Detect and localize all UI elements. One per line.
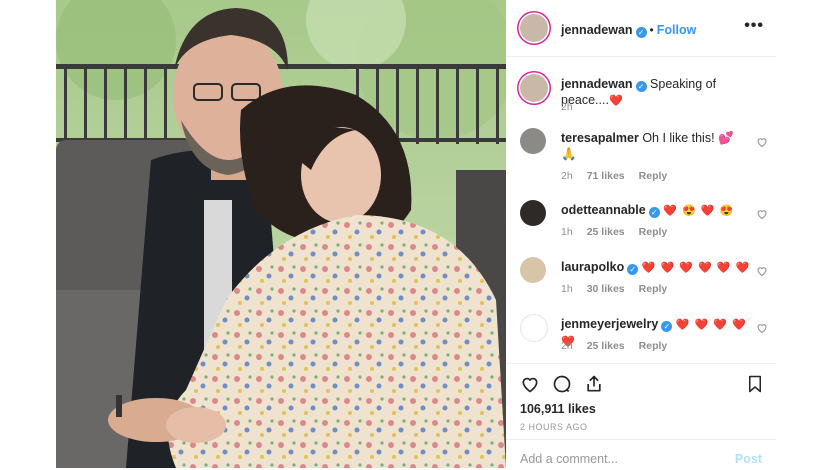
comment-time: 1h — [561, 226, 573, 238]
header-user-line: jennadewan ✓ • Follow — [561, 21, 696, 39]
post-photo[interactable] — [56, 0, 506, 468]
caption: jennadewan ✓ Speaking of peace....❤️ 2h — [506, 72, 776, 117]
caption-username[interactable]: jennadewan — [561, 77, 633, 91]
post-timestamp: 2 HOURS AGO — [520, 422, 588, 432]
add-comment-bar: Add a comment... Post — [506, 439, 776, 470]
post-side-panel: jennadewan ✓ • Follow ••• jennadewan ✓ Speak… — [506, 0, 776, 468]
comment-likes[interactable]: 25 likes — [587, 340, 625, 352]
comment-time: 2h — [561, 170, 573, 182]
share-icon[interactable] — [584, 374, 604, 394]
comment-item: jenmeyerjewelry ✓ ❤️ ❤️ ❤️ ❤️ ❤️ 2h 25 lik… — [506, 314, 776, 354]
avatar[interactable] — [520, 14, 548, 42]
verified-badge-icon: ✓ — [635, 81, 647, 92]
comment-likes[interactable]: 71 likes — [587, 170, 625, 182]
comment-icon[interactable] — [552, 374, 572, 394]
comment-like-heart-icon[interactable] — [756, 265, 768, 277]
comment-text: ❤️ ❤️ ❤️ ❤️ ❤️ ❤️ — [641, 262, 751, 274]
bookmark-icon[interactable] — [746, 374, 764, 394]
comment-item: odetteannable ✓ ❤️ 😍 ❤️ 😍 1h 25 likes Reply — [506, 200, 776, 240]
verified-badge-icon: ✓ — [635, 27, 647, 38]
post-header: jennadewan ✓ • Follow ••• — [506, 0, 776, 57]
verified-badge-icon: ✓ — [627, 264, 639, 275]
comment-time: 1h — [561, 283, 573, 295]
header-username[interactable]: jennadewan — [561, 23, 633, 37]
comment-like-heart-icon[interactable] — [756, 208, 768, 220]
comment-like-heart-icon[interactable] — [756, 322, 768, 334]
comment-likes[interactable]: 25 likes — [587, 226, 625, 238]
post-actions: 106,911 likes 2 HOURS AGO Add a comment.… — [506, 363, 776, 469]
comment-item: teresapalmer Oh I like this! 💕 🙏 2h 71 li… — [506, 128, 776, 183]
verified-badge-icon: ✓ — [661, 321, 673, 332]
reply-button[interactable]: Reply — [639, 283, 668, 295]
comment-item: laurapolko ✓ ❤️ ❤️ ❤️ ❤️ ❤️ ❤️ 1h 30 likes… — [506, 257, 776, 297]
comment-likes[interactable]: 30 likes — [587, 283, 625, 295]
comment-avatar[interactable] — [520, 128, 546, 154]
comment-text: ❤️ 😍 ❤️ 😍 — [663, 205, 735, 217]
reply-button[interactable]: Reply — [639, 170, 668, 182]
more-options-icon[interactable]: ••• — [744, 17, 764, 35]
reply-button[interactable]: Reply — [639, 340, 668, 352]
add-comment-input[interactable]: Add a comment... — [520, 452, 618, 466]
caption-avatar[interactable] — [520, 74, 548, 102]
comment-username[interactable]: jenmeyerjewelry — [561, 317, 658, 331]
comment-username[interactable]: laurapolko — [561, 260, 624, 274]
verified-badge-icon: ✓ — [648, 207, 660, 218]
comment-avatar[interactable] — [520, 200, 546, 226]
comment-username[interactable]: odetteannable — [561, 203, 646, 217]
caption-emoji: ❤️ — [608, 95, 624, 107]
comment-username[interactable]: teresapalmer — [561, 131, 639, 145]
follow-button[interactable]: Follow — [657, 23, 697, 37]
caption-time: 2h — [561, 101, 573, 113]
comment-time: 2h — [561, 340, 573, 352]
instagram-post: jennadewan ✓ • Follow ••• jennadewan ✓ Speak… — [56, 0, 776, 468]
separator-dot: • — [649, 23, 654, 37]
reply-button[interactable]: Reply — [639, 226, 668, 238]
comment-avatar[interactable] — [520, 314, 548, 342]
likes-count[interactable]: 106,911 likes — [520, 402, 596, 416]
comment-avatar[interactable] — [520, 257, 546, 283]
heart-icon[interactable] — [520, 374, 540, 394]
comment-like-heart-icon[interactable] — [756, 136, 768, 148]
post-comment-button[interactable]: Post — [735, 452, 762, 466]
